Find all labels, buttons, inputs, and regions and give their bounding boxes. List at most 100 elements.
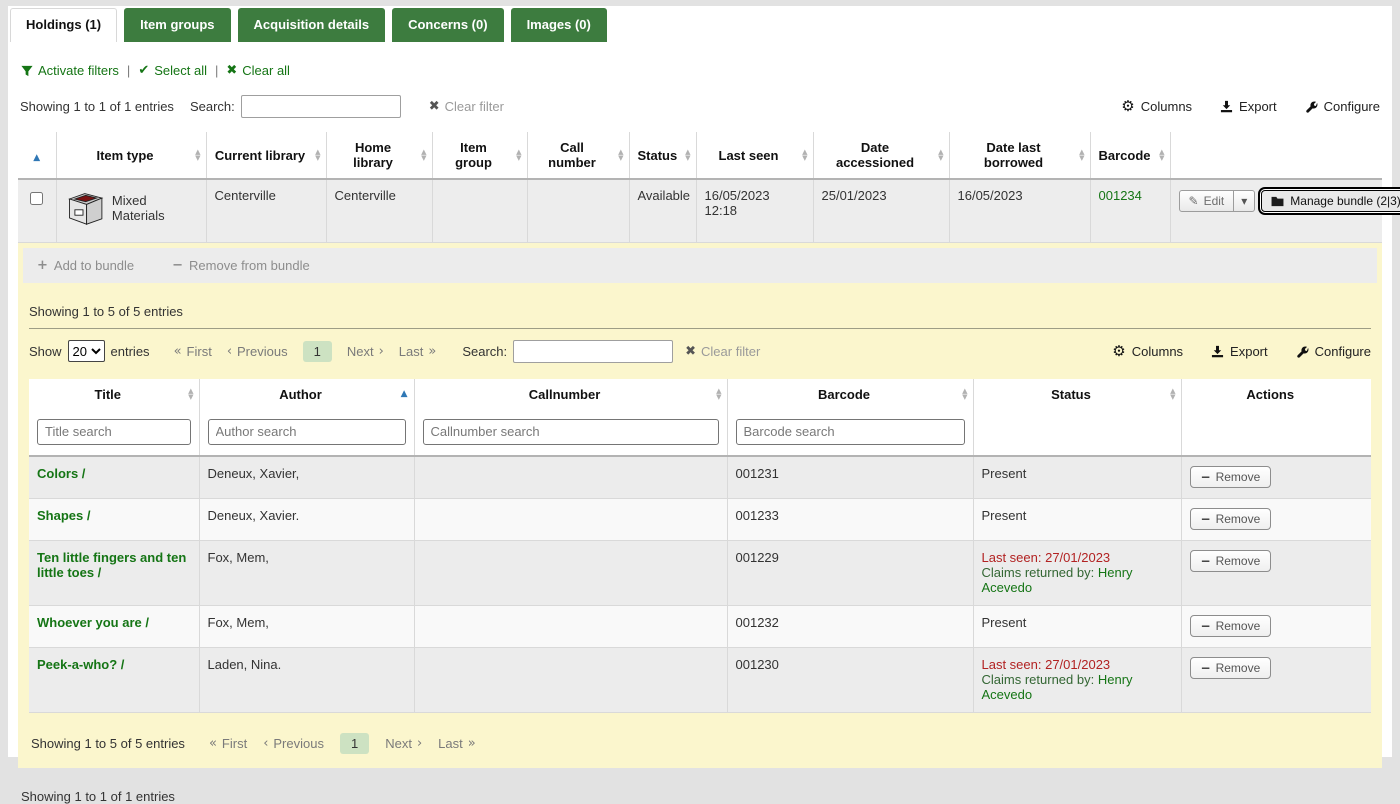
pager-next[interactable]: Next› xyxy=(347,344,384,359)
manage-bundle-button[interactable]: Manage bundle (2|3) xyxy=(1261,190,1400,212)
remove-button[interactable]: −Remove xyxy=(1190,508,1272,530)
claims-returned-label: Claims returned by: xyxy=(982,672,1095,687)
columns-button[interactable]: ⚙ Columns xyxy=(1121,99,1192,114)
select-all-link[interactable]: ✔ Select all xyxy=(138,63,207,78)
column-header-last-seen[interactable]: Last seen▲▼ xyxy=(696,132,813,179)
remove-button[interactable]: −Remove xyxy=(1190,615,1272,637)
callnumber-filter-input[interactable] xyxy=(423,419,719,445)
item-type-label: Mixed Materials xyxy=(112,193,198,223)
pager-page-1[interactable]: 1 xyxy=(303,341,332,362)
title-link[interactable]: Colors / xyxy=(37,466,85,481)
title-link[interactable]: Whoever you are / xyxy=(37,615,149,630)
column-header-item-group[interactable]: Item group▲▼ xyxy=(432,132,527,179)
column-header-barcode[interactable]: Barcode▲▼ xyxy=(727,379,973,410)
pager-first[interactable]: «First xyxy=(174,344,212,359)
pager-previous[interactable]: ‹Previous xyxy=(227,344,288,359)
column-header-actions: Actions xyxy=(1181,379,1371,410)
author-filter-input[interactable] xyxy=(208,419,406,445)
pager-previous[interactable]: ‹Previous xyxy=(263,736,324,751)
column-header-barcode[interactable]: Barcode▲▼ xyxy=(1090,132,1170,179)
callnumber-cell xyxy=(414,498,727,540)
last-seen-cell: 16/05/2023 12:18 xyxy=(696,179,813,242)
holdings-search-input[interactable] xyxy=(241,95,401,118)
export-button[interactable]: Export xyxy=(1220,99,1277,114)
columns-button[interactable]: ⚙ Columns xyxy=(1112,344,1183,359)
barcode-cell: 001230 xyxy=(727,647,973,712)
column-header-call-number[interactable]: Call number▲▼ xyxy=(527,132,629,179)
remove-button[interactable]: −Remove xyxy=(1190,466,1272,488)
last-seen-warning: Last seen: 27/01/2023 xyxy=(982,550,1173,565)
minus-icon: − xyxy=(172,258,183,273)
pager-first[interactable]: «First xyxy=(209,736,247,751)
header-label: Date last borrowed xyxy=(984,140,1043,170)
column-header-current-library[interactable]: Current library▲▼ xyxy=(206,132,326,179)
activate-filters-link[interactable]: Activate filters xyxy=(21,63,119,78)
column-header-callnumber[interactable]: Callnumber▲▼ xyxy=(414,379,727,410)
pager-next[interactable]: Next› xyxy=(385,736,422,751)
tab-item-groups[interactable]: Item groups xyxy=(124,8,230,42)
column-header-author[interactable]: Author▲ xyxy=(199,379,414,410)
clear-all-link[interactable]: ✖ Clear all xyxy=(226,63,290,78)
add-to-bundle-button[interactable]: + Add to bundle xyxy=(37,258,134,273)
column-header-date-last-borrowed[interactable]: Date last borrowed▲▼ xyxy=(949,132,1090,179)
title-link[interactable]: Ten little fingers and ten little toes / xyxy=(37,550,186,580)
column-header-status[interactable]: Status▲▼ xyxy=(629,132,696,179)
header-label: Item group xyxy=(455,140,492,170)
holdings-table-head: ▲ Item type▲▼ Current library▲▼ Home lib… xyxy=(18,132,1382,179)
tab-images[interactable]: Images (0) xyxy=(511,8,607,42)
bundle-showing-bottom: Showing 1 to 5 of 5 entries xyxy=(31,736,185,751)
minus-icon: − xyxy=(1201,470,1211,484)
configure-button[interactable]: Configure xyxy=(1296,344,1371,359)
sort-icon: ▲▼ xyxy=(962,388,967,400)
holdings-clear-filter[interactable]: ✖ Clear filter xyxy=(429,99,504,114)
x-icon: ✖ xyxy=(429,99,440,114)
folder-icon xyxy=(1271,196,1284,207)
edit-label: Edit xyxy=(1204,194,1225,208)
column-header-date-accessioned[interactable]: Date accessioned▲▼ xyxy=(813,132,949,179)
tab-acquisition-details[interactable]: Acquisition details xyxy=(238,8,386,42)
column-header-title[interactable]: Title▲▼ xyxy=(29,379,199,410)
current-library-cell: Centerville xyxy=(206,179,326,242)
barcode-cell: 001231 xyxy=(727,456,973,499)
export-icon xyxy=(1220,100,1233,113)
edit-dropdown-toggle[interactable]: ▾ xyxy=(1234,190,1255,212)
author-cell: Deneux, Xavier, xyxy=(199,456,414,499)
item-group-cell xyxy=(432,179,527,242)
gear-icon: ⚙ xyxy=(1112,344,1125,359)
page-size-select[interactable]: 20 xyxy=(68,340,105,362)
configure-button[interactable]: Configure xyxy=(1305,99,1380,114)
column-header-status[interactable]: Status ▲▼ xyxy=(973,379,1181,410)
pager-last[interactable]: Last» xyxy=(438,736,476,751)
remove-from-bundle-button[interactable]: − Remove from bundle xyxy=(172,258,310,273)
holdings-search: Search: xyxy=(190,95,401,118)
bundle-search-input[interactable] xyxy=(513,340,673,363)
barcode-link[interactable]: 001234 xyxy=(1099,188,1142,203)
barcode-filter-input[interactable] xyxy=(736,419,965,445)
remove-button[interactable]: −Remove xyxy=(1190,657,1272,679)
minus-icon: − xyxy=(1201,512,1211,526)
pager-page-1[interactable]: 1 xyxy=(340,733,369,754)
title-link[interactable]: Shapes / xyxy=(37,508,90,523)
remove-button[interactable]: −Remove xyxy=(1190,550,1272,572)
sort-icon: ▲▼ xyxy=(1170,388,1175,400)
tab-concerns[interactable]: Concerns (0) xyxy=(392,8,503,42)
export-button[interactable]: Export xyxy=(1211,344,1268,359)
title-filter-input[interactable] xyxy=(37,419,191,445)
holdings-showing-bottom: Showing 1 to 1 of 1 entries xyxy=(21,789,1379,804)
title-link[interactable]: Peek-a-who? / xyxy=(37,657,124,672)
select-item-checkbox[interactable] xyxy=(30,192,43,205)
pager-last[interactable]: Last» xyxy=(399,344,437,359)
edit-button[interactable]: ✎ Edit xyxy=(1179,190,1235,212)
header-label: Status xyxy=(1051,387,1091,402)
bundle-actions-bar: + Add to bundle − Remove from bundle xyxy=(23,248,1377,283)
column-header-select[interactable]: ▲ xyxy=(18,132,56,179)
chevron-left-icon: ‹ xyxy=(263,736,268,751)
home-library-cell: Centerville xyxy=(326,179,432,242)
column-header-item-type[interactable]: Item type▲▼ xyxy=(56,132,206,179)
barcode-cell: 001229 xyxy=(727,540,973,605)
configure-label: Configure xyxy=(1324,99,1380,114)
tab-holdings[interactable]: Holdings (1) xyxy=(10,8,117,42)
status-cell: Present xyxy=(973,605,1181,647)
bundle-clear-filter[interactable]: ✖ Clear filter xyxy=(685,344,760,359)
column-header-home-library[interactable]: Home library▲▼ xyxy=(326,132,432,179)
